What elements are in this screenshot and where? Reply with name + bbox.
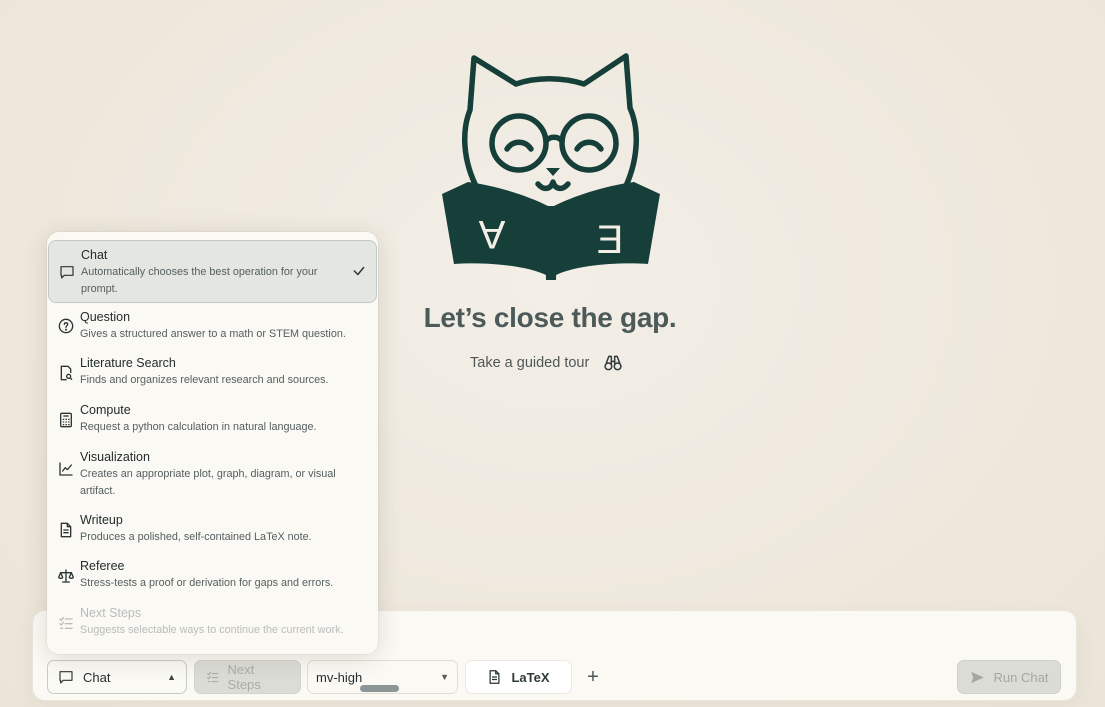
caret-up-icon: ▲	[167, 672, 176, 682]
menu-item-title: Referee	[80, 559, 125, 573]
binoculars-icon	[604, 355, 622, 371]
checklist-icon	[207, 671, 219, 683]
run-chat-label: Run Chat	[993, 669, 1049, 685]
scale-icon	[58, 569, 74, 583]
menu-item-title: Question	[80, 310, 131, 324]
menu-item-desc: Suggests selectable ways to continue the…	[80, 624, 344, 636]
document-search-icon	[60, 365, 73, 381]
menu-item-question[interactable]: Question Gives a structured answer to a …	[48, 310, 377, 343]
cat-reading-logo: A E	[442, 53, 660, 280]
run-chat-button[interactable]: Run Chat	[957, 660, 1061, 694]
menu-item-title: Next Steps	[80, 606, 142, 620]
checkmark-icon	[353, 266, 365, 276]
menu-item-title: Literature Search	[80, 356, 176, 370]
mode-select-value: Chat	[83, 669, 111, 685]
menu-item-title: Writeup	[80, 513, 123, 527]
menu-item-desc: Automatically chooses the best operation…	[81, 266, 318, 295]
calculator-icon	[60, 412, 72, 428]
caret-down-icon: ▼	[440, 672, 449, 682]
chat-bubble-icon	[59, 671, 73, 684]
line-chart-icon	[59, 462, 73, 476]
latex-label: LaTeX	[511, 669, 550, 685]
menu-item-referee[interactable]: Referee Stress-tests a proof or derivati…	[48, 559, 377, 592]
send-icon	[970, 671, 984, 683]
menu-item-compute[interactable]: Compute Request a python calculation in …	[48, 403, 377, 436]
add-button[interactable]: +	[582, 660, 604, 694]
next-steps-label: Next Steps	[227, 662, 261, 692]
menu-item-desc: Produces a polished, self-contained LaTe…	[80, 531, 312, 543]
latex-button[interactable]: LaTeX	[465, 660, 572, 694]
scrollbar-handle[interactable]	[360, 685, 399, 692]
menu-item-desc: Request a python calculation in natural …	[80, 421, 317, 433]
mode-dropdown-menu: Chat Automatically chooses the best oper…	[47, 232, 378, 654]
next-steps-button[interactable]: Next Steps	[194, 660, 301, 694]
menu-item-title: Compute	[80, 403, 131, 417]
mode-select[interactable]: Chat ▲	[47, 660, 187, 694]
menu-item-title: Chat	[81, 248, 108, 262]
menu-item-chat[interactable]: Chat Automatically chooses the best oper…	[48, 240, 377, 303]
book-right-letter: E	[597, 218, 624, 262]
menu-item-desc: Finds and organizes relevant research an…	[80, 374, 329, 386]
menu-item-next-steps: Next Steps Suggests selectable ways to c…	[48, 606, 377, 639]
menu-item-desc: Creates an appropriate plot, graph, diag…	[80, 468, 336, 497]
model-select-value: mv-high	[316, 669, 363, 685]
document-icon	[489, 670, 500, 684]
menu-item-title: Visualization	[80, 450, 150, 464]
checklist-icon	[59, 617, 73, 629]
guided-tour-link[interactable]: Take a guided tour	[470, 353, 623, 373]
menu-item-desc: Gives a structured answer to a math or S…	[80, 328, 346, 340]
document-icon	[60, 522, 72, 538]
question-circle-icon	[58, 318, 74, 334]
menu-item-visualization[interactable]: Visualization Creates an appropriate plo…	[48, 450, 377, 500]
book-left-letter: A	[478, 212, 505, 256]
menu-item-literature-search[interactable]: Literature Search Finds and organizes re…	[48, 356, 377, 389]
menu-item-desc: Stress-tests a proof or derivation for g…	[80, 577, 334, 589]
chat-bubble-icon	[60, 266, 74, 279]
menu-item-writeup[interactable]: Writeup Produces a polished, self-contai…	[48, 513, 377, 546]
guided-tour-label: Take a guided tour	[470, 355, 590, 371]
